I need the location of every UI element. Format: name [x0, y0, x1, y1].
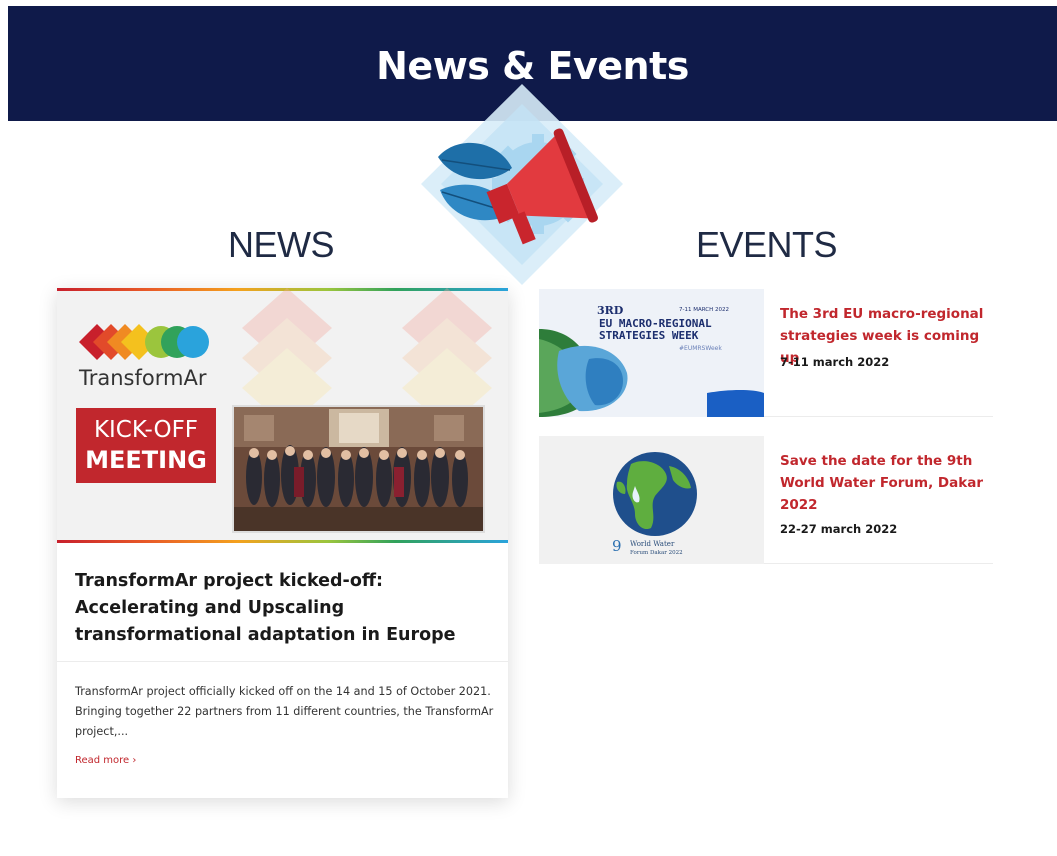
event-thumb-dates: 7-11 MARCH 2022 [679, 307, 730, 313]
news-card-image[interactable]: TransformAr KICK-OFF MEETING [57, 288, 508, 543]
group-photo [232, 405, 485, 533]
event-item[interactable]: 3RD 7-11 MARCH 2022 EU MACRO-REGIONAL ST… [539, 289, 993, 417]
event-thumb-line1: World Water [630, 540, 675, 548]
news-excerpt: TransformAr project officially kicked of… [75, 685, 494, 738]
eu-strategies-week-graphic [539, 289, 764, 417]
megaphone-leaf-gear-icon [421, 84, 623, 285]
news-section-title: NEWS [228, 224, 335, 265]
event-thumb-number: 9 [612, 537, 622, 555]
event-thumb-ordinal: 3RD [597, 304, 624, 317]
kickoff-badge: KICK-OFF MEETING [76, 408, 216, 483]
news-headline[interactable]: TransformAr project kicked-off: Accelera… [75, 568, 495, 649]
event-thumb-hashtag: #EUMRSWeek [679, 345, 722, 352]
rainbow-bottom-bar [57, 540, 508, 543]
event-title[interactable]: Save the date for the 9th World Water Fo… [780, 450, 995, 516]
transformar-logo-text: TransformAr [79, 366, 207, 390]
event-thumbnail[interactable]: 9 World Water Forum Dakar 2022 [539, 436, 764, 564]
event-thumb-line2: STRATEGIES WEEK [599, 329, 699, 342]
read-more-link[interactable]: Read more › [75, 755, 136, 766]
event-thumbnail[interactable]: 3RD 7-11 MARCH 2022 EU MACRO-REGIONAL ST… [539, 289, 764, 417]
kickoff-badge-line2: MEETING [85, 446, 207, 474]
transformar-logo-icon [79, 324, 209, 360]
event-date: 7-11 march 2022 [780, 355, 890, 369]
event-date: 22-27 march 2022 [780, 522, 898, 536]
events-section-title: EVENTS [696, 224, 838, 265]
decorative-diamonds [242, 288, 492, 408]
event-item[interactable]: 9 World Water Forum Dakar 2022 Save the … [539, 436, 993, 564]
card-divider [57, 661, 508, 662]
kickoff-badge-line1: KICK-OFF [93, 417, 199, 443]
news-card[interactable]: TransformAr KICK-OFF MEETING TransformAr… [57, 288, 508, 798]
event-thumb-line2: Forum Dakar 2022 [630, 550, 683, 556]
